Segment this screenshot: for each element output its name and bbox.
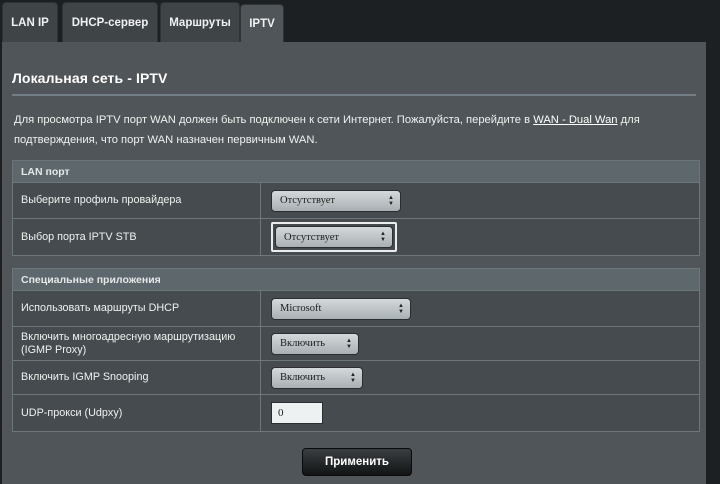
dhcp-routes-row: Использовать маршруты DHCP Microsoft ▲ ▼ <box>13 291 699 327</box>
udpxy-input[interactable]: 0 <box>271 402 323 424</box>
select-arrows-icon: ▲ ▼ <box>346 337 352 350</box>
provider-profile-label: Выберите профиль провайдера <box>13 183 261 218</box>
wan-dual-wan-link[interactable]: WAN - Dual Wan <box>533 114 617 126</box>
udpxy-label: UDP-прокси (Udpxy) <box>13 395 261 431</box>
select-arrows-icon: ▲ ▼ <box>350 371 356 384</box>
tab-iptv[interactable]: IPTV <box>240 4 284 42</box>
igmp-snooping-row: Включить IGMP Snooping Включить ▲ ▼ <box>13 361 699 395</box>
dhcp-routes-select[interactable]: Microsoft ▲ ▼ <box>271 297 411 320</box>
igmp-proxy-label: Включить многоадресную маршрутизацию (IG… <box>13 327 261 360</box>
select-arrows-icon: ▲ ▼ <box>380 231 386 243</box>
lan-port-table: LAN порт Выберите профиль провайдера Отс… <box>12 160 700 256</box>
stb-port-focus-ring: Отсутствует ▲ ▼ <box>271 222 397 252</box>
stb-port-label: Выбор порта IPTV STB <box>13 219 261 255</box>
page-description: Для просмотра IPTV порт WAN должен быть … <box>14 110 700 150</box>
special-apps-header: Специальные приложения <box>13 269 699 291</box>
igmp-proxy-value: Включить <box>280 338 326 349</box>
provider-profile-row: Выберите профиль провайдера Отсутствует … <box>13 183 699 219</box>
main-panel: Локальная сеть - IPTV Для просмотра IPTV… <box>2 42 706 484</box>
stb-port-select[interactable]: Отсутствует ▲ ▼ <box>275 226 393 248</box>
dhcp-routes-label: Использовать маршруты DHCP <box>13 291 261 326</box>
special-apps-table: Специальные приложения Использовать марш… <box>12 268 700 432</box>
stb-port-value: Отсутствует <box>284 231 339 243</box>
igmp-snooping-value: Включить <box>280 372 326 383</box>
dhcp-routes-value: Microsoft <box>280 303 322 314</box>
tab-routes[interactable]: Маршруты <box>160 2 240 42</box>
page-title: Локальная сеть - IPTV <box>12 70 168 86</box>
select-arrows-icon: ▲ ▼ <box>388 194 394 207</box>
tab-lan-ip[interactable]: LAN IP <box>2 2 58 42</box>
provider-profile-value: Отсутствует <box>280 195 335 206</box>
stb-port-row: Выбор порта IPTV STB Отсутствует ▲ ▼ <box>13 219 699 255</box>
udpxy-row: UDP-прокси (Udpxy) 0 <box>13 395 699 431</box>
lan-port-header: LAN порт <box>13 161 699 183</box>
apply-button[interactable]: Применить <box>302 448 412 476</box>
provider-profile-select[interactable]: Отсутствует ▲ ▼ <box>271 189 401 212</box>
description-text-start: Для просмотра IPTV порт WAN должен быть … <box>14 114 534 126</box>
igmp-snooping-label: Включить IGMP Snooping <box>13 361 261 394</box>
tab-dhcp-server[interactable]: DHCP-сервер <box>62 2 158 42</box>
igmp-proxy-row: Включить многоадресную маршрутизацию (IG… <box>13 327 699 361</box>
title-divider <box>12 94 696 96</box>
select-arrows-icon: ▲ ▼ <box>398 302 404 315</box>
tab-bar: LAN IP DHCP-сервер Маршруты IPTV <box>0 0 720 42</box>
igmp-snooping-select[interactable]: Включить ▲ ▼ <box>271 366 363 389</box>
igmp-proxy-select[interactable]: Включить ▲ ▼ <box>271 332 359 355</box>
